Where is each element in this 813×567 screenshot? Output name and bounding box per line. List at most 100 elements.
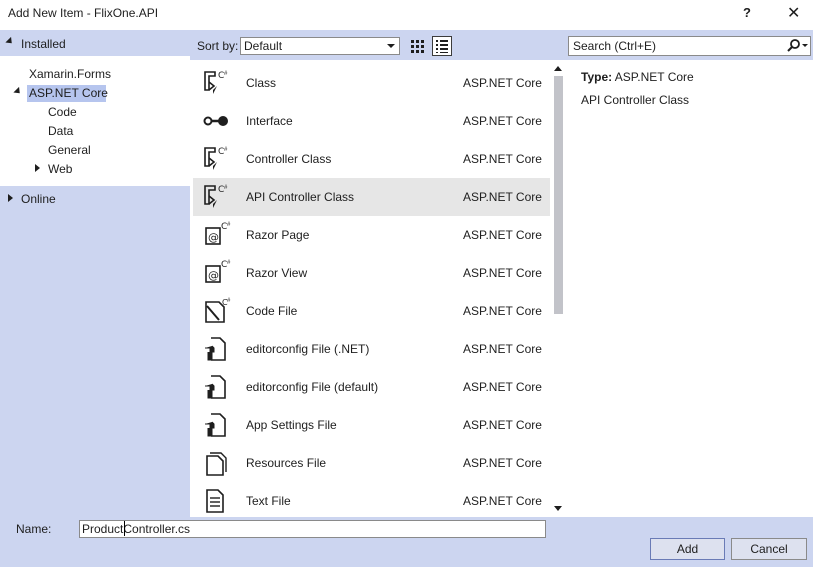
config-file-icon — [201, 372, 231, 402]
svg-text:@: @ — [208, 269, 219, 282]
template-name: Class — [246, 76, 277, 90]
details-pane — [568, 62, 813, 517]
close-button[interactable]: ✕ — [787, 3, 800, 23]
template-item[interactable]: App Settings File ASP.NET Core — [193, 406, 550, 444]
sort-label: Sort by: — [197, 39, 239, 53]
expand-right-icon[interactable] — [8, 194, 13, 202]
sidebar-item-aspnet-core[interactable]: ASP.NET Core — [29, 86, 108, 100]
template-name: App Settings File — [246, 418, 337, 432]
window-title: Add New Item - FlixOne.API — [8, 6, 159, 20]
csharp-class-icon: C # — [201, 144, 231, 174]
svg-text:@: @ — [208, 231, 219, 244]
template-name: API Controller Class — [246, 190, 355, 204]
template-item[interactable]: C # Code File ASP.NET Core — [193, 292, 550, 330]
config-file-icon — [201, 410, 231, 440]
name-field[interactable]: ProductController.cs — [79, 520, 546, 538]
template-item[interactable]: @ C # Razor Page ASP.NET Core — [193, 216, 550, 254]
template-category: ASP.NET Core — [463, 304, 542, 318]
template-name: Resources File — [246, 456, 327, 470]
template-category: ASP.NET Core — [463, 418, 542, 432]
template-category: ASP.NET Core — [463, 266, 542, 280]
template-item[interactable]: editorconfig File (default) ASP.NET Core — [193, 368, 550, 406]
template-name: Controller Class — [246, 152, 332, 166]
template-item[interactable]: C # API Controller Class ASP.NET Core — [193, 178, 550, 216]
list-scrollbar[interactable] — [550, 62, 566, 517]
template-name: Text File — [246, 494, 291, 508]
template-category: ASP.NET Core — [463, 114, 542, 128]
interface-icon — [201, 106, 231, 136]
template-name: editorconfig File (default) — [246, 380, 379, 394]
resources-file-icon — [201, 448, 231, 478]
template-name: Interface — [246, 114, 293, 128]
template-item[interactable]: Resources File ASP.NET Core — [193, 444, 550, 482]
svg-text:#: # — [227, 298, 231, 304]
config-file-icon — [201, 334, 231, 364]
chevron-down-icon — [387, 44, 395, 48]
template-category: ASP.NET Core — [463, 76, 542, 90]
svg-text:#: # — [224, 71, 228, 77]
template-name: Razor View — [246, 266, 308, 280]
grid-view-icon — [411, 40, 424, 53]
sidebar-item-web[interactable]: Web — [48, 162, 72, 176]
cancel-button[interactable]: Cancel — [731, 538, 807, 560]
template-name: Code File — [246, 304, 298, 318]
razor-icon: @ C # — [201, 220, 231, 250]
name-label: Name: — [16, 522, 52, 536]
add-button[interactable]: Add — [650, 538, 725, 560]
template-item[interactable]: C # Controller Class ASP.NET Core — [193, 140, 550, 178]
search-input[interactable]: Search (Ctrl+E) — [568, 36, 811, 56]
csharp-class-icon: C # — [201, 182, 231, 212]
template-name: Razor Page — [246, 228, 310, 242]
details-description: API Controller Class — [581, 93, 690, 107]
svg-text:#: # — [224, 147, 228, 153]
template-item[interactable]: Text File ASP.NET Core — [193, 482, 550, 517]
template-list: C # Class ASP.NET Core Interface ASP.NET Core… — [193, 62, 550, 517]
template-category: ASP.NET Core — [463, 190, 542, 204]
scrollbar-thumb[interactable] — [554, 76, 563, 314]
scroll-up-icon[interactable] — [554, 66, 562, 71]
details-type-value: ASP.NET Core — [614, 70, 694, 84]
template-category: ASP.NET Core — [463, 380, 542, 394]
scroll-down-icon[interactable] — [554, 506, 562, 511]
template-category: ASP.NET Core — [463, 456, 542, 470]
list-view-button[interactable] — [432, 36, 452, 56]
template-item[interactable]: Interface ASP.NET Core — [193, 102, 550, 140]
template-category: ASP.NET Core — [463, 152, 542, 166]
svg-text:#: # — [227, 222, 231, 228]
svg-text:#: # — [224, 185, 228, 191]
sidebar-item-data[interactable]: Data — [48, 124, 73, 138]
search-icon[interactable] — [785, 38, 809, 54]
name-value: ProductController.cs — [82, 522, 191, 536]
template-name: editorconfig File (.NET) — [246, 342, 370, 356]
expand-right-icon[interactable] — [35, 164, 40, 172]
sort-value: Default — [244, 39, 283, 53]
sidebar-item-general[interactable]: General — [48, 143, 91, 157]
template-item[interactable]: @ C # Razor View ASP.NET Core — [193, 254, 550, 292]
template-category: ASP.NET Core — [463, 342, 542, 356]
list-view-icon — [436, 40, 448, 53]
installed-node[interactable]: Installed — [0, 30, 190, 56]
svg-text:#: # — [227, 260, 231, 266]
expand-down-icon — [5, 36, 15, 47]
small-icons-view-button[interactable] — [407, 36, 427, 56]
code-file-icon: C # — [201, 296, 231, 326]
text-caret — [124, 521, 125, 536]
sidebar: Installed Xamarin.Forms ASP.NET Core Cod… — [0, 30, 190, 517]
details-type: Type: ASP.NET Core — [581, 70, 694, 84]
details-type-label: Type: — [581, 70, 613, 84]
help-button[interactable]: ? — [743, 5, 751, 20]
title-bar: Add New Item - FlixOne.API ? ✕ — [0, 0, 813, 30]
text-file-icon — [201, 486, 231, 516]
template-item[interactable]: editorconfig File (.NET) ASP.NET Core — [193, 330, 550, 368]
sidebar-item-xamarin-forms[interactable]: Xamarin.Forms — [29, 67, 111, 81]
template-category: ASP.NET Core — [463, 228, 542, 242]
sidebar-item-online[interactable]: Online — [21, 192, 56, 206]
search-placeholder: Search (Ctrl+E) — [573, 39, 657, 53]
razor-icon: @ C # — [201, 258, 231, 288]
sort-dropdown[interactable]: Default — [240, 37, 400, 55]
sidebar-item-code[interactable]: Code — [48, 105, 77, 119]
csharp-class-icon: C # — [201, 68, 231, 98]
template-item[interactable]: C # Class ASP.NET Core — [193, 64, 550, 102]
template-category: ASP.NET Core — [463, 494, 542, 508]
installed-label: Installed — [21, 37, 66, 51]
